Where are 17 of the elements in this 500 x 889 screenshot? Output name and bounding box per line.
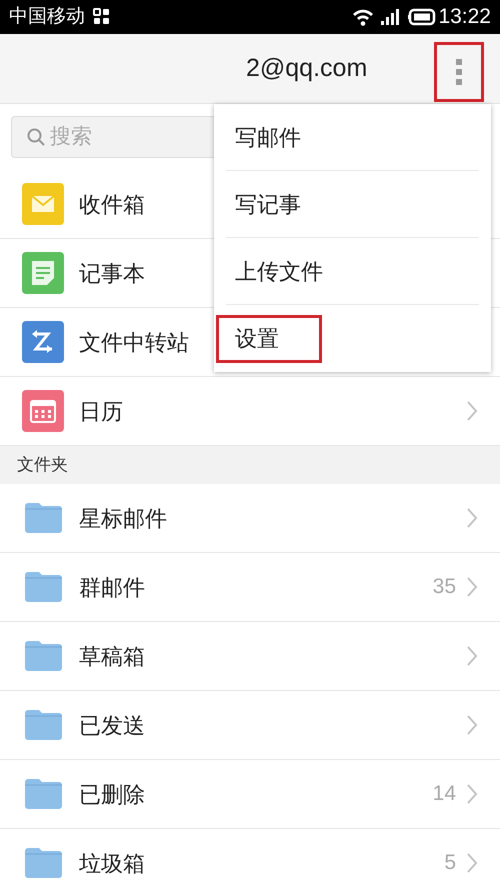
mail-count: 14: [432, 781, 456, 808]
app-label: 文件中转站: [79, 328, 189, 356]
folder-label: 已删除: [79, 780, 146, 808]
folder-label: 垃圾箱: [79, 850, 146, 878]
account-email: 2@qq.com: [246, 52, 368, 84]
folder-label: 群邮件: [79, 574, 146, 602]
app-label: 记事本: [79, 260, 145, 288]
clock: 13:22: [438, 4, 491, 30]
app-label: 日历: [79, 398, 123, 426]
section-heading: 文件夹: [17, 454, 68, 476]
folder-label: 草稿箱: [79, 642, 146, 670]
mail-count: 5: [444, 850, 456, 876]
mail-count: 35: [432, 574, 456, 600]
folder-label: 已发送: [79, 712, 146, 740]
app-label: 收件箱: [79, 190, 145, 218]
folder-label: 星标邮件: [79, 504, 168, 532]
carrier-name: 中国移动: [9, 4, 85, 29]
